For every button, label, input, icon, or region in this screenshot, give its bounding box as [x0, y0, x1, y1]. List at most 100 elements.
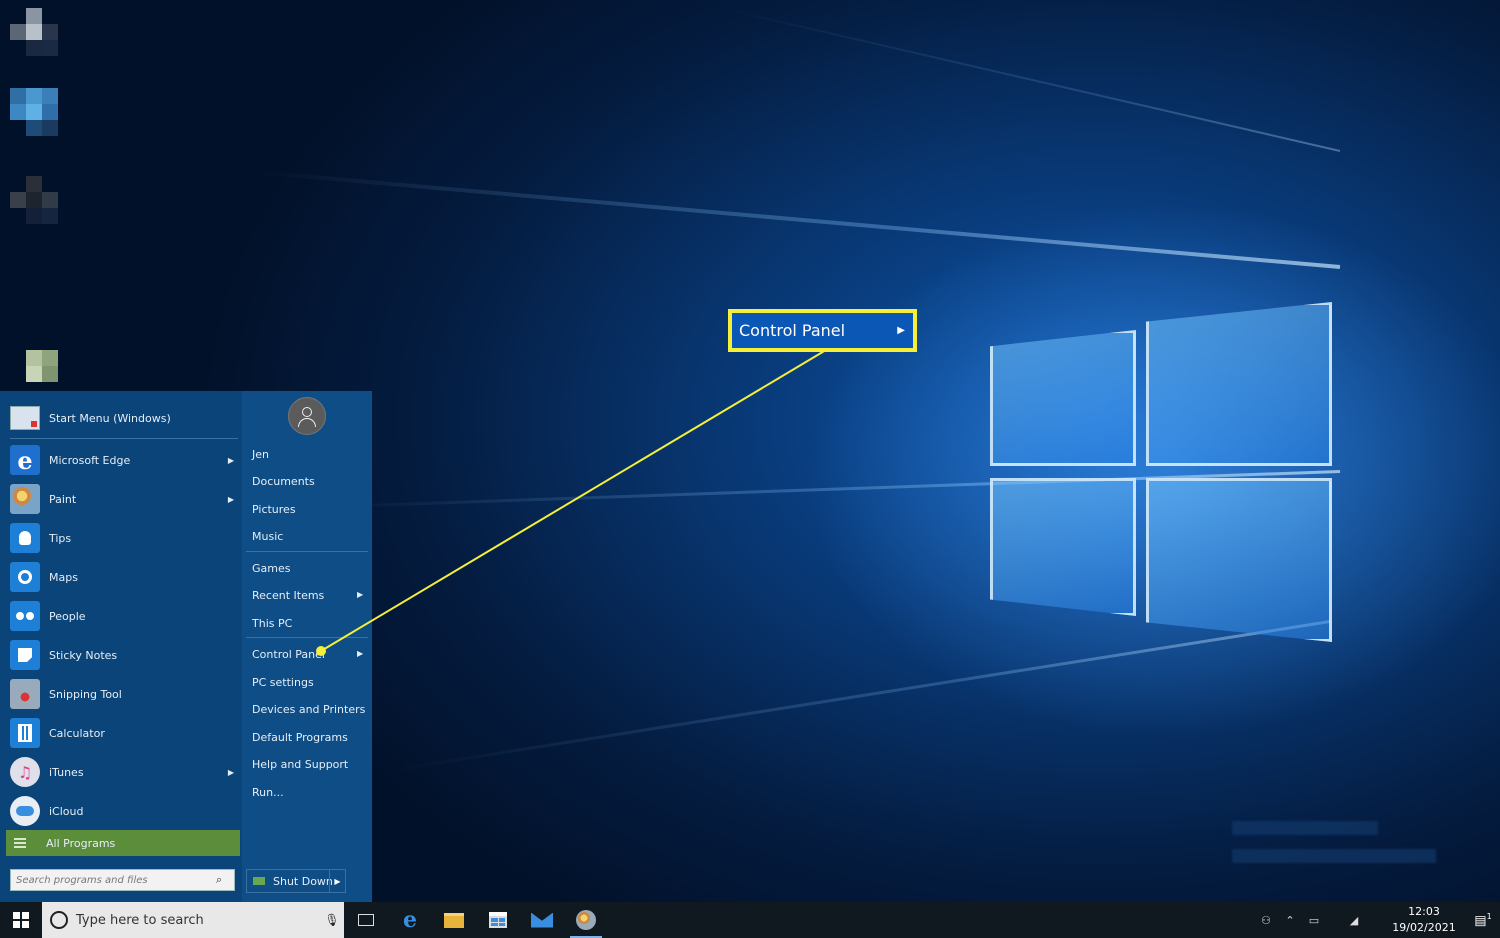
light-beam — [253, 170, 1341, 269]
windows-logo-pane — [1146, 478, 1332, 642]
place-devices-printers[interactable]: Devices and Printers — [252, 699, 368, 719]
place-label: Run... — [252, 785, 284, 799]
submenu-arrow-icon: ▶ — [227, 767, 234, 777]
taskbar-mail[interactable] — [520, 902, 564, 938]
clock[interactable]: 12:03 19/02/2021 — [1382, 904, 1466, 936]
edge-icon: e — [10, 445, 40, 475]
search-programs-input[interactable]: Search programs and files ⌕ — [10, 869, 235, 891]
place-label: Default Programs — [252, 730, 348, 744]
all-programs-button[interactable]: All Programs — [6, 830, 240, 856]
network-icon[interactable]: ◢ — [1326, 914, 1382, 927]
place-label: Control Panel — [252, 647, 325, 661]
shut-down-button[interactable]: Shut Down ▶ — [246, 869, 346, 893]
app-sticky-notes[interactable]: Sticky Notes — [10, 638, 238, 672]
submenu-arrow-icon: ▶ — [897, 325, 905, 336]
taskbar-search-placeholder: Type here to search — [76, 912, 204, 928]
app-tips[interactable]: Tips — [10, 521, 238, 555]
callout-label: Control Panel — [739, 321, 846, 340]
place-label: PC settings — [252, 675, 314, 689]
action-center-button[interactable]: ▤1 — [1466, 912, 1500, 928]
app-label: Paint — [49, 492, 77, 506]
app-icloud[interactable]: iCloud — [10, 794, 238, 828]
place-run[interactable]: Run... — [252, 782, 368, 802]
windows-logo-pane — [990, 330, 1136, 466]
place-recent-items[interactable]: Recent Items — [252, 585, 368, 605]
light-beam — [716, 6, 1341, 152]
app-paint[interactable]: Paint ▶ — [10, 482, 238, 516]
place-pc-settings[interactable]: PC settings — [252, 672, 368, 692]
taskbar-file-explorer[interactable] — [432, 902, 476, 938]
snipping-tool-icon — [10, 679, 40, 709]
taskbar-paint[interactable] — [564, 902, 608, 938]
place-label: Pictures — [252, 502, 296, 516]
app-label: Tips — [49, 531, 72, 545]
place-games[interactable]: Games — [252, 558, 368, 578]
calculator-icon — [10, 718, 40, 748]
place-label: Documents — [252, 474, 315, 488]
place-this-pc[interactable]: This PC — [252, 613, 368, 633]
shut-down-options-arrow-icon[interactable]: ▶ — [329, 870, 345, 892]
app-maps[interactable]: Maps — [10, 560, 238, 594]
windows-logo-pane — [990, 478, 1136, 616]
divider — [10, 438, 238, 439]
itunes-icon: ♫ — [10, 757, 40, 787]
place-help-support[interactable]: Help and Support — [252, 754, 368, 774]
place-label: This PC — [252, 616, 293, 630]
taskbar: Type here to search 🎙 e ⚇ ⌃ ▭ ◢ 12:03 19… — [0, 902, 1500, 938]
app-microsoft-edge[interactable]: e Microsoft Edge ▶ — [10, 443, 238, 477]
place-label: Jen — [252, 447, 269, 461]
user-avatar[interactable] — [288, 397, 326, 435]
place-user[interactable]: Jen — [252, 444, 368, 464]
taskbar-search-box[interactable]: Type here to search 🎙 — [42, 902, 344, 938]
app-label: iCloud — [49, 804, 84, 818]
search-icon[interactable]: ⌕ — [216, 873, 234, 887]
app-snipping-tool[interactable]: Snipping Tool — [10, 677, 238, 711]
start-menu-title: Start Menu (Windows) — [49, 411, 171, 425]
app-label: Sticky Notes — [49, 648, 118, 662]
desktop-icon[interactable] — [10, 8, 58, 56]
start-button[interactable] — [0, 902, 42, 938]
windows-logo-icon — [13, 912, 29, 928]
app-label: Snipping Tool — [49, 687, 122, 701]
task-view-button[interactable] — [344, 902, 388, 938]
taskbar-store[interactable] — [476, 902, 520, 938]
app-people[interactable]: People — [10, 599, 238, 633]
edge-icon: e — [403, 907, 417, 933]
place-pictures[interactable]: Pictures — [252, 499, 368, 519]
taskbar-edge[interactable]: e — [388, 902, 432, 938]
chevron-up-icon[interactable]: ⌃ — [1278, 914, 1302, 927]
app-label: iTunes — [49, 765, 84, 779]
place-control-panel[interactable]: Control Panel — [252, 644, 368, 664]
microphone-icon[interactable]: 🎙 — [320, 913, 344, 927]
place-label: Recent Items — [252, 588, 325, 602]
light-beam — [391, 620, 1331, 772]
folder-icon — [444, 912, 464, 928]
submenu-arrow-icon: ▶ — [357, 649, 364, 658]
battery-icon[interactable]: ▭ — [1302, 914, 1326, 927]
place-music[interactable]: Music — [252, 526, 368, 546]
start-menu-header[interactable]: Start Menu (Windows) — [10, 403, 238, 433]
task-view-icon — [358, 914, 374, 926]
all-programs-label: All Programs — [46, 836, 116, 850]
submenu-arrow-icon: ▶ — [227, 494, 234, 504]
people-icon — [10, 601, 40, 631]
submenu-arrow-icon: ▶ — [227, 455, 234, 465]
place-default-programs[interactable]: Default Programs — [252, 727, 368, 747]
start-menu: Start Menu (Windows) e Microsoft Edge ▶ … — [0, 391, 372, 902]
people-icon[interactable]: ⚇ — [1254, 914, 1278, 927]
app-label: Microsoft Edge — [49, 453, 131, 467]
app-itunes[interactable]: ♫ iTunes ▶ — [10, 755, 238, 789]
place-documents[interactable]: Documents — [252, 471, 368, 491]
desktop-icon[interactable] — [10, 176, 58, 224]
notification-count-badge: 1 — [1486, 911, 1492, 921]
place-label: Devices and Printers — [252, 702, 366, 716]
blurred-region — [1232, 849, 1436, 863]
app-calculator[interactable]: Calculator — [10, 716, 238, 750]
desktop-icon[interactable] — [10, 88, 58, 136]
submenu-arrow-icon: ▶ — [357, 590, 364, 599]
paint-icon — [10, 484, 40, 514]
list-icon — [14, 838, 26, 848]
search-placeholder: Search programs and files — [16, 874, 148, 886]
start-menu-programs: Start Menu (Windows) e Microsoft Edge ▶ … — [0, 391, 242, 902]
place-label: Help and Support — [252, 757, 349, 771]
